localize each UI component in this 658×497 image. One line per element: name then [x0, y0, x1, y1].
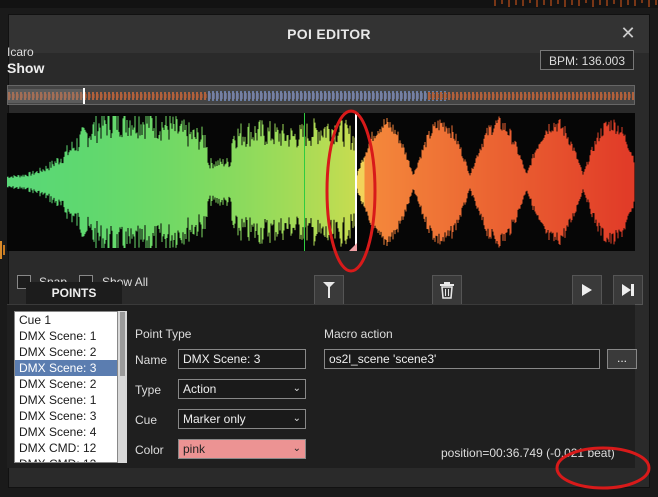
name-input[interactable]: DMX Scene: 3	[178, 349, 306, 369]
position-readout: position=00:36.749 (-0.021 beat)	[441, 446, 615, 460]
waveform-graph	[7, 113, 635, 251]
chevron-down-icon: ⌄	[292, 443, 301, 454]
dialog-title: POI EDITOR	[287, 26, 371, 42]
name-label: Name	[135, 353, 168, 367]
play-icon	[582, 284, 592, 296]
list-item[interactable]: Cue 1	[15, 312, 117, 328]
macro-action-heading: Macro action	[324, 327, 393, 341]
cue-select-value: Marker only	[183, 412, 246, 426]
list-item[interactable]: DMX Scene: 2	[15, 344, 117, 360]
delete-point-button[interactable]	[432, 275, 462, 305]
bpm-display: BPM: 136.003	[540, 50, 634, 70]
title-bar: POI EDITOR ✕	[9, 15, 649, 53]
type-select-value: Action	[183, 382, 217, 396]
marker-pin-icon	[323, 282, 335, 298]
macro-action-input[interactable]: os2l_scene 'scene3'	[324, 349, 600, 369]
overview-waveform	[8, 86, 634, 104]
list-item[interactable]: DMX Scene: 1	[15, 392, 117, 408]
macro-browse-button[interactable]: ...	[607, 349, 637, 369]
color-select-value: pink	[183, 442, 206, 456]
track-artist: Icaro	[7, 45, 34, 59]
track-overview[interactable]	[7, 85, 635, 105]
add-marker-button[interactable]	[314, 275, 344, 305]
chevron-down-icon: ⌄	[292, 383, 301, 394]
overview-playhead	[83, 88, 85, 104]
list-item[interactable]: DMX Scene: 2	[15, 376, 117, 392]
color-select[interactable]: pink ⌄	[178, 439, 306, 459]
track-title: Show	[7, 60, 45, 76]
list-item[interactable]: DMX Scene: 3	[15, 360, 117, 376]
skip-next-icon	[622, 284, 634, 296]
marker-line	[304, 113, 305, 251]
color-label: Color	[135, 443, 164, 457]
close-icon[interactable]: ✕	[617, 22, 639, 44]
background-waveform	[494, 0, 657, 7]
list-item[interactable]: DMX Scene: 1	[15, 328, 117, 344]
chevron-down-icon: ⌄	[292, 413, 301, 424]
trash-icon	[440, 282, 454, 299]
play-button[interactable]	[572, 275, 602, 305]
points-list[interactable]: Cue 1 DMX Scene: 1 DMX Scene: 2 DMX Scene: …	[14, 311, 118, 463]
list-item[interactable]: DMX CMD: 12	[15, 440, 117, 456]
points-list-scroll-thumb[interactable]	[120, 312, 125, 376]
skip-next-button[interactable]	[613, 275, 643, 305]
cue-label: Cue	[135, 413, 158, 427]
type-select[interactable]: Action ⌄	[178, 379, 306, 399]
point-type-heading: Point Type	[135, 327, 192, 341]
list-item[interactable]: DMX Scene: 3	[15, 408, 117, 424]
tab-points[interactable]: POINTS	[26, 282, 122, 304]
type-label: Type	[135, 383, 162, 397]
cue-select[interactable]: Marker only ⌄	[178, 409, 306, 429]
list-item[interactable]: DMX CMD: 12	[15, 456, 117, 462]
playhead-cursor	[355, 113, 357, 251]
list-item[interactable]: DMX Scene: 4	[15, 424, 117, 440]
waveform-display[interactable]	[7, 113, 635, 251]
